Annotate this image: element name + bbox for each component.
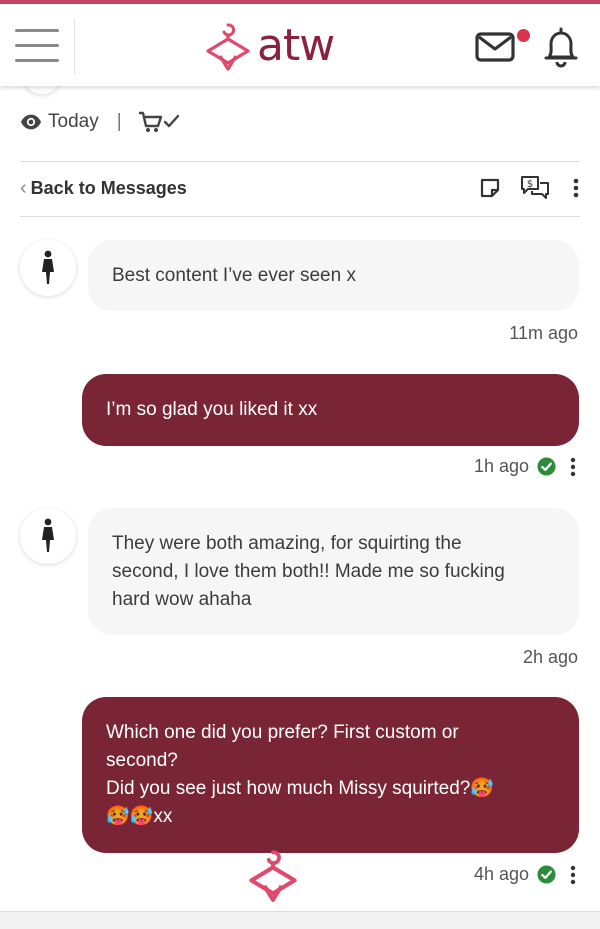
message-timestamp: 11m ago: [509, 323, 578, 344]
divider-top: [20, 161, 580, 162]
cart-check-icon: [138, 111, 179, 132]
hanger-logo-icon: [206, 23, 250, 71]
sender-avatar[interactable]: [20, 240, 76, 296]
message-bubble-incoming: Best content I’ve ever seen x: [88, 240, 579, 311]
timestamp-text: 2h ago: [522, 647, 578, 667]
message-toolbar: ‹ Back to Messages $: [20, 172, 580, 204]
bell-icon[interactable]: [540, 24, 582, 70]
header-divider: [74, 18, 75, 74]
message-timestamp: 1h ago: [474, 456, 578, 477]
site-header: atw: [0, 4, 600, 86]
svg-text:$: $: [527, 179, 533, 190]
hanger-watermark-icon: [249, 850, 297, 902]
back-to-messages-link[interactable]: ‹ Back to Messages: [20, 177, 187, 200]
message-timestamp: 4h ago: [474, 864, 578, 885]
message-options-icon[interactable]: [568, 865, 578, 885]
message-line: second?: [106, 750, 178, 771]
note-icon[interactable]: [478, 176, 502, 200]
sender-avatar[interactable]: [20, 508, 76, 564]
envelope-icon[interactable]: [474, 28, 520, 66]
read-check-icon: [537, 457, 556, 476]
meta-separator: |: [116, 111, 122, 132]
bottom-bar: [0, 911, 600, 929]
message-line: Which one did you prefer? First custom o…: [106, 722, 459, 743]
notification-dot: [517, 29, 530, 42]
toolbar-icons: $: [478, 172, 580, 204]
message-options-icon[interactable]: [568, 457, 578, 477]
site-logo[interactable]: atw: [205, 20, 335, 72]
message-line: second, I love them both!! Made me so fu…: [112, 561, 505, 582]
message-line: Did you see just how much Missy squirted…: [106, 778, 494, 799]
message-line: 🥵🥵xx: [106, 806, 173, 827]
message-text: Best content I’ve ever seen x: [112, 265, 356, 286]
divider-bottom: [20, 216, 580, 217]
timestamp-text: 11m ago: [509, 323, 578, 343]
more-vertical-icon[interactable]: [572, 177, 580, 199]
message-bubble-outgoing: I’m so glad you liked it xx: [82, 374, 579, 446]
visibility-label: Today: [48, 111, 99, 132]
message-line: They were both amazing, for squirting th…: [112, 533, 462, 554]
timestamp-text: 1h ago: [473, 456, 529, 476]
chevron-left-icon: ‹: [20, 176, 27, 199]
eye-icon: [20, 114, 42, 130]
message-bubble-outgoing: Which one did you prefer? First custom o…: [82, 697, 579, 853]
logo-text: atw: [257, 20, 335, 71]
timestamp-text: 4h ago: [473, 864, 529, 884]
paid-message-icon[interactable]: $: [520, 175, 550, 201]
conversation-meta: Today |: [20, 108, 182, 136]
message-text: I’m so glad you liked it xx: [106, 399, 318, 420]
read-check-icon: [537, 865, 556, 884]
woman-figure-icon: [42, 250, 54, 284]
back-label: Back to Messages: [30, 177, 187, 198]
hamburger-menu-icon[interactable]: [15, 26, 59, 66]
message-timestamp: 2h ago: [523, 647, 578, 668]
woman-figure-icon: [42, 518, 54, 552]
message-line: hard wow ahaha: [112, 589, 252, 610]
message-bubble-incoming: They were both amazing, for squirting th…: [88, 508, 579, 635]
